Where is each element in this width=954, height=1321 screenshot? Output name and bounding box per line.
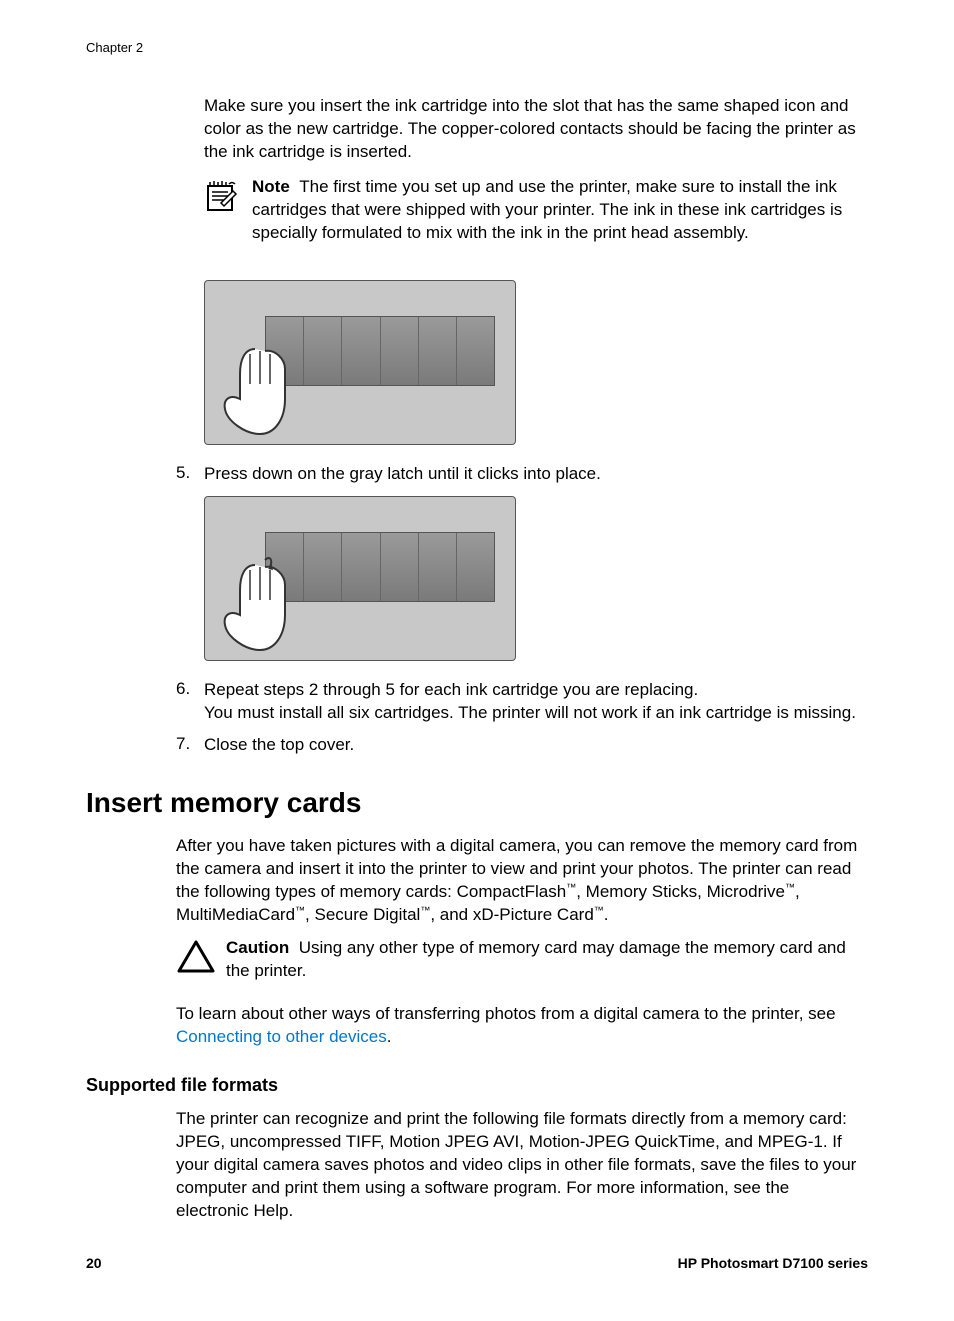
supported-formats-paragraph: The printer can recognize and print the … (176, 1108, 858, 1223)
step-6: 6. Repeat steps 2 through 5 for each ink… (176, 679, 858, 725)
learn-paragraph: To learn about other ways of transferrin… (176, 1003, 858, 1049)
figure-insert-cartridge (204, 280, 868, 445)
chapter-header: Chapter 2 (86, 40, 868, 55)
step-number: 5. (176, 463, 204, 486)
step-text: Close the top cover. (204, 734, 858, 757)
caution-body: Using any other type of memory card may … (226, 938, 846, 980)
caution-icon (176, 937, 226, 980)
step-text: Repeat steps 2 through 5 for each ink ca… (204, 679, 858, 725)
section-heading-insert-memory-cards: Insert memory cards (86, 787, 868, 819)
step-7: 7. Close the top cover. (176, 734, 858, 757)
series-name: HP Photosmart D7100 series (678, 1255, 868, 1271)
step-5: 5. Press down on the gray latch until it… (176, 463, 858, 486)
figure-latch (204, 496, 868, 661)
step-number: 7. (176, 734, 204, 757)
note-text: Note The first time you set up and use t… (252, 176, 858, 245)
memory-cards-paragraph: After you have taken pictures with a dig… (176, 835, 858, 927)
caution-label: Caution (226, 938, 289, 957)
caution-text: Caution Using any other type of memory c… (226, 937, 858, 983)
note-callout: Note The first time you set up and use t… (204, 176, 858, 245)
step-text: Press down on the gray latch until it cl… (204, 463, 858, 486)
note-label: Note (252, 177, 290, 196)
subheading-supported-file-formats: Supported file formats (86, 1075, 868, 1096)
link-connecting-other-devices[interactable]: Connecting to other devices (176, 1027, 387, 1046)
caution-callout: Caution Using any other type of memory c… (176, 937, 858, 983)
note-body: The first time you set up and use the pr… (252, 177, 842, 242)
intro-paragraph: Make sure you insert the ink cartridge i… (204, 95, 858, 164)
note-icon (204, 176, 252, 219)
page-number: 20 (86, 1255, 102, 1271)
step-number: 6. (176, 679, 204, 725)
page-footer: 20 HP Photosmart D7100 series (86, 1255, 868, 1271)
